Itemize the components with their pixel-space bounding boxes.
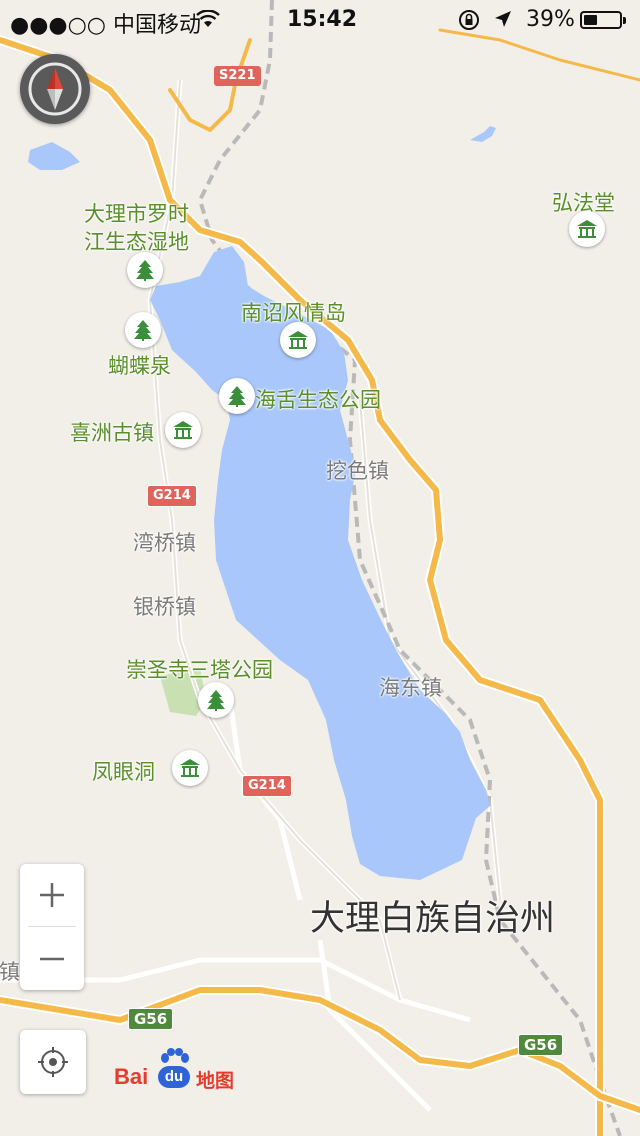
park-tree-icon[interactable] bbox=[198, 682, 234, 718]
location-arrow-icon bbox=[495, 11, 511, 27]
battery-percent: 39% bbox=[526, 7, 575, 32]
park-tree-icon[interactable] bbox=[125, 312, 161, 348]
zoom-in-button[interactable] bbox=[20, 864, 84, 926]
locate-icon bbox=[38, 1047, 68, 1077]
map-canvas[interactable] bbox=[0, 0, 640, 1136]
temple-icon[interactable] bbox=[280, 322, 316, 358]
logo-bai: Bai bbox=[114, 1064, 149, 1089]
place-label-edge-town: 坡镇 bbox=[0, 960, 20, 984]
place-label-yinqiao[interactable]: 银桥镇 bbox=[133, 591, 196, 621]
road-shield-s221: S221 bbox=[214, 66, 261, 86]
logo-du: du bbox=[158, 1066, 190, 1088]
place-label-fengyandong[interactable]: 凤眼洞 bbox=[92, 756, 155, 786]
place-label-haishe[interactable]: 海舌生态公园 bbox=[255, 384, 381, 414]
road-shield-g56: G56 bbox=[128, 1008, 174, 1030]
wifi-icon bbox=[196, 10, 220, 27]
zoom-out-button[interactable] bbox=[20, 928, 84, 990]
place-label-wanqiao[interactable]: 湾桥镇 bbox=[133, 527, 196, 557]
baidu-map-logo: Bai du 地图 bbox=[114, 1048, 254, 1094]
place-label-hudiequan[interactable]: 蝴蝶泉 bbox=[108, 350, 171, 380]
logo-ditu: 地图 bbox=[196, 1070, 235, 1092]
compass-icon bbox=[28, 62, 82, 116]
park-tree-icon[interactable] bbox=[219, 378, 255, 414]
zoom-control bbox=[20, 864, 84, 990]
plus-icon bbox=[40, 883, 64, 907]
place-label-chongsheng[interactable]: 崇圣寺三塔公园 bbox=[126, 654, 273, 684]
compass-button[interactable] bbox=[20, 54, 90, 124]
temple-icon[interactable] bbox=[569, 211, 605, 247]
status-bar: ●●●○○ 中国移动 15:42 39% bbox=[0, 0, 640, 40]
park-tree-icon[interactable] bbox=[127, 252, 163, 288]
zoom-divider bbox=[28, 926, 76, 927]
paw-icon bbox=[161, 1048, 189, 1063]
orientation-lock-icon bbox=[459, 10, 479, 30]
road-shield-g56: G56 bbox=[518, 1034, 564, 1056]
place-label-xizhou[interactable]: 喜洲古镇 bbox=[70, 417, 154, 447]
minus-icon bbox=[40, 957, 64, 961]
place-label-wase[interactable]: 挖色镇 bbox=[326, 455, 389, 485]
carrier-label: ●●●○○ 中国移动 bbox=[10, 13, 201, 38]
place-label-dali-prefecture[interactable]: 大理白族自治州 bbox=[310, 890, 555, 941]
temple-icon[interactable] bbox=[172, 750, 208, 786]
road-shield-g214: G214 bbox=[147, 485, 197, 507]
temple-icon[interactable] bbox=[165, 412, 201, 448]
clock: 15:42 bbox=[286, 7, 358, 32]
battery-icon bbox=[580, 11, 626, 29]
place-label-haidong[interactable]: 海东镇 bbox=[379, 672, 442, 702]
locate-button[interactable] bbox=[20, 1030, 86, 1094]
road-shield-g214: G214 bbox=[242, 775, 292, 797]
place-label-luoshijiang[interactable]: 大理市罗时 江生态湿地 bbox=[84, 200, 189, 256]
